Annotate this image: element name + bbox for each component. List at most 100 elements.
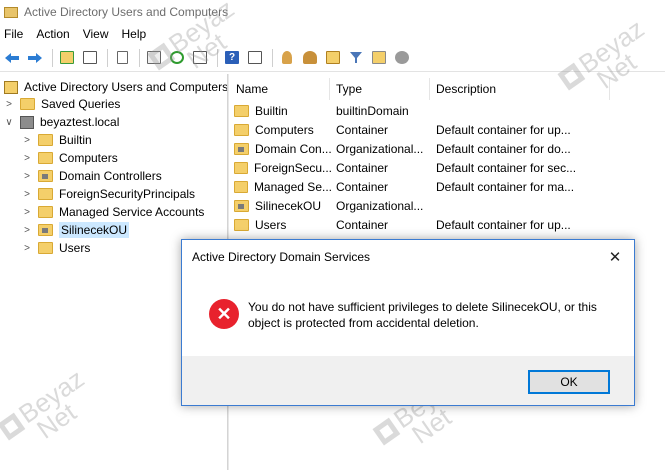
refresh-icon[interactable]	[167, 48, 187, 68]
chevron-right-icon[interactable]: >	[22, 225, 32, 236]
row-type: Container	[336, 122, 389, 137]
row-name: Users	[255, 217, 287, 232]
chevron-right-icon[interactable]: >	[22, 171, 32, 182]
help-icon[interactable]: ?	[222, 48, 242, 68]
close-button[interactable]: ✕	[602, 244, 628, 270]
row-description: Default container for do...	[436, 141, 571, 156]
tree-item-users[interactable]: > Users	[22, 239, 90, 257]
toolbar-separator	[139, 48, 140, 67]
tree-item-label: Computers	[59, 151, 118, 165]
tree-root[interactable]: Active Directory Users and Computers	[4, 78, 228, 96]
row-description: Default container for sec...	[436, 160, 577, 175]
tree-item-label: Builtin	[59, 133, 92, 147]
tree-item-domain-controllers[interactable]: > Domain Controllers	[22, 167, 162, 185]
row-type: Organizational...	[336, 198, 424, 213]
folder-icon	[234, 104, 249, 117]
tree-item-label: Domain Controllers	[59, 169, 162, 183]
row-description: Default container for ma...	[436, 179, 575, 194]
menu-action[interactable]: Action	[36, 27, 69, 41]
tree-item-label: SilinecekOU	[59, 222, 130, 238]
ou-icon	[234, 199, 249, 212]
menu-bar: File Action View Help	[0, 24, 665, 44]
create-user-icon[interactable]	[277, 48, 297, 68]
ok-button[interactable]: OK	[528, 370, 610, 394]
table-row[interactable]: Users Container Default container for up…	[230, 215, 665, 234]
chevron-right-icon[interactable]: >	[22, 207, 32, 218]
window-title: Active Directory Users and Computers	[24, 5, 229, 19]
close-icon: ✕	[608, 249, 622, 266]
dialog-message: You do not have sufficient privileges to…	[248, 300, 597, 330]
column-header-name[interactable]: Name	[230, 78, 330, 100]
table-row[interactable]: Computers Container Default container fo…	[230, 120, 665, 139]
menu-view[interactable]: View	[83, 27, 109, 41]
dialog-body: ✕ You do not have sufficient privileges …	[182, 274, 634, 356]
show-tree-icon[interactable]	[80, 48, 100, 68]
folder-icon	[234, 123, 249, 136]
row-name: Computers	[255, 122, 314, 137]
tree-item-label: beyaztest.local	[40, 115, 120, 129]
dialog-footer: OK	[182, 356, 634, 405]
row-description	[436, 101, 616, 120]
ou-icon	[38, 170, 53, 182]
tree-item-silinecekou[interactable]: > SilinecekOU	[22, 221, 130, 239]
folder-icon	[38, 152, 53, 164]
chevron-right-icon[interactable]: >	[22, 189, 32, 200]
add-to-group-icon[interactable]	[392, 48, 412, 68]
filter-icon[interactable]	[346, 48, 366, 68]
toolbar-separator	[272, 48, 273, 67]
row-type: Container	[336, 217, 389, 232]
row-type: Container	[336, 179, 389, 194]
folder-icon	[38, 206, 53, 218]
error-icon: ✕	[209, 299, 239, 329]
column-header-type[interactable]: Type	[330, 78, 430, 100]
toolbar: ?	[0, 44, 665, 72]
title-bar: Active Directory Users and Computers	[0, 0, 665, 24]
tree-root-label: Active Directory Users and Computers	[24, 80, 229, 94]
toolbar-separator	[217, 48, 218, 67]
table-row[interactable]: Managed Se... Container Default containe…	[230, 177, 665, 196]
tree-item-domain[interactable]: ∨ beyaztest.local	[4, 113, 119, 131]
menu-help[interactable]: Help	[122, 27, 147, 41]
folder-icon	[38, 242, 53, 254]
row-description: Default container for up...	[436, 217, 571, 232]
tree-item-foreign-security-principals[interactable]: > ForeignSecurityPrincipals	[22, 185, 195, 203]
table-row[interactable]: SilinecekOU Organizational...	[230, 196, 665, 215]
folder-icon	[38, 188, 53, 200]
copy-icon[interactable]	[112, 48, 132, 68]
tree-item-saved-queries[interactable]: > Saved Queries	[4, 95, 120, 113]
tree-item-computers[interactable]: > Computers	[22, 149, 118, 167]
table-row[interactable]: Domain Con... Organizational... Default …	[230, 139, 665, 158]
tree-item-builtin[interactable]: > Builtin	[22, 131, 92, 149]
tree-item-managed-service-accounts[interactable]: > Managed Service Accounts	[22, 203, 204, 221]
row-name: Builtin	[255, 103, 288, 118]
row-name: Managed Se...	[253, 179, 332, 194]
chevron-right-icon[interactable]: >	[4, 99, 14, 110]
up-folder-icon[interactable]	[57, 48, 77, 68]
row-type: builtinDomain	[336, 103, 409, 118]
row-name: SilinecekOU	[255, 198, 322, 213]
tree-item-label: Saved Queries	[41, 97, 121, 111]
menu-file[interactable]: File	[4, 27, 23, 41]
create-ou-icon[interactable]	[323, 48, 343, 68]
app-icon	[4, 6, 18, 18]
tree-item-label: Managed Service Accounts	[59, 205, 205, 219]
table-row[interactable]: ForeignSecu... Container Default contain…	[230, 158, 665, 177]
chevron-right-icon[interactable]: >	[22, 243, 32, 254]
forward-icon[interactable]	[25, 48, 45, 68]
row-name: ForeignSecu...	[253, 160, 332, 175]
row-type: Organizational...	[336, 141, 424, 156]
folder-icon	[234, 161, 248, 174]
back-icon[interactable]	[2, 48, 22, 68]
table-row[interactable]: Builtin builtinDomain	[230, 101, 665, 120]
row-name: Domain Con...	[255, 141, 332, 156]
chevron-right-icon[interactable]: >	[22, 153, 32, 164]
folder-icon	[234, 218, 249, 231]
console-icon[interactable]	[245, 48, 265, 68]
export-list-icon[interactable]	[144, 48, 164, 68]
create-group-icon[interactable]	[300, 48, 320, 68]
column-header-description[interactable]: Description	[430, 78, 610, 100]
find-icon[interactable]	[369, 48, 389, 68]
chevron-right-icon[interactable]: >	[22, 135, 32, 146]
properties-icon[interactable]	[190, 48, 210, 68]
chevron-down-icon[interactable]: ∨	[4, 117, 14, 128]
